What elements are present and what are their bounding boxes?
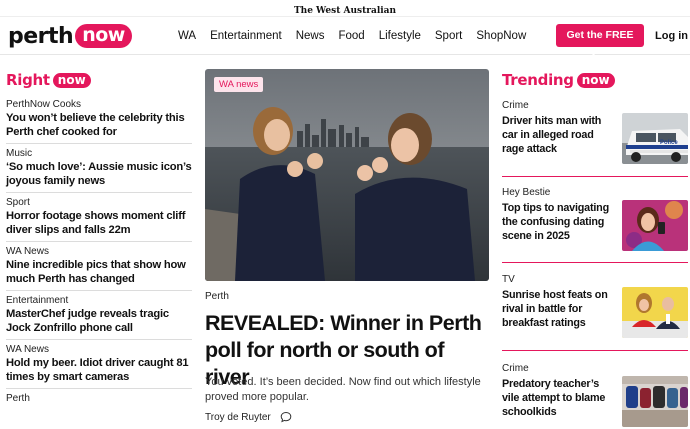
trending-item-kicker[interactable]: Crime [502, 362, 688, 375]
right-now-pill: now [52, 72, 91, 88]
nav-item-wa[interactable]: WA [178, 30, 196, 42]
list-item-headline[interactable]: MasterChef judge reveals tragic Jock Zon… [6, 307, 192, 335]
list-item-kicker[interactable]: Perth [6, 392, 192, 405]
trending-item[interactable]: Crime Predatory teacher’s vile attempt t… [502, 362, 688, 427]
trending-item-kicker[interactable]: TV [502, 273, 688, 286]
trending-now-pill: now [576, 72, 615, 88]
tv-hosts-image [622, 287, 688, 338]
dating-thumbnail[interactable] [622, 200, 688, 251]
perthnow-logo[interactable]: perth now [8, 23, 132, 49]
trending-item-headline[interactable]: Sunrise host feats on rival in battle fo… [502, 288, 610, 330]
list-item[interactable]: PerthNow Cooks You won’t believe the cel… [6, 98, 192, 144]
nav-item-shopnow[interactable]: ShopNow [476, 30, 526, 42]
list-item[interactable]: Perth [6, 392, 192, 409]
comment-icon[interactable] [280, 411, 292, 423]
author-name[interactable]: Troy de Ruyter [205, 412, 271, 423]
trending-item-headline[interactable]: Driver hits man with car in alleged road… [502, 114, 610, 156]
list-item-headline[interactable]: Hold my beer. Idiot driver caught 81 tim… [6, 356, 192, 384]
list-item-kicker[interactable]: WA News [6, 343, 192, 356]
nav-item-lifestyle[interactable]: Lifestyle [379, 30, 421, 42]
right-now-list: PerthNow Cooks You won’t believe the cel… [6, 98, 192, 412]
nav-item-sport[interactable]: Sport [435, 30, 463, 42]
list-item-headline[interactable]: ‘So much love’: Aussie music icon’s joyo… [6, 160, 192, 188]
feature-kicker[interactable]: Perth [205, 291, 229, 302]
list-item-kicker[interactable]: PerthNow Cooks [6, 98, 192, 111]
login-link[interactable]: Log in [655, 17, 688, 55]
trending-divider [502, 350, 688, 351]
list-item-kicker[interactable]: WA News [6, 245, 192, 258]
trending-item-kicker[interactable]: Hey Bestie [502, 186, 688, 199]
top-navigation-bar: perth now WA Entertainment News Food Lif… [0, 17, 690, 64]
logo-perth-text: perth [8, 23, 74, 49]
school-bags-image [622, 376, 688, 427]
trending-item-headline[interactable]: Predatory teacher’s vile attempt to blam… [502, 377, 610, 419]
feature-category-tag[interactable]: WA news [214, 77, 264, 92]
list-item[interactable]: Sport Horror footage shows moment cliff … [6, 196, 192, 242]
svg-text:Police: Police [660, 140, 678, 146]
trending-now-header[interactable]: Trending now [502, 71, 615, 89]
trending-item[interactable]: Hey Bestie Top tips to navigating the co… [502, 186, 688, 251]
list-item-headline[interactable]: You won’t believe the celebrity this Per… [6, 111, 192, 139]
masthead: The West Australian [0, 0, 690, 17]
nav-item-entertainment[interactable]: Entertainment [210, 30, 282, 42]
get-free-app-button[interactable]: Get the FREE App [556, 24, 644, 64]
trending-divider [502, 262, 688, 263]
list-item[interactable]: Music ‘So much love’: Aussie music icon’… [6, 147, 192, 193]
tv-hosts-thumbnail[interactable] [622, 287, 688, 338]
feature-summary: You voted. It’s been decided. Now find o… [205, 376, 481, 403]
list-item-headline[interactable]: Horror footage shows moment cliff diver … [6, 209, 192, 237]
list-item-kicker[interactable]: Sport [6, 196, 192, 209]
right-now-header[interactable]: Right now [6, 71, 91, 89]
nav-item-food[interactable]: Food [338, 30, 364, 42]
list-item-headline[interactable]: Nine incredible pics that show how much … [6, 258, 192, 286]
police-car-image: Police [622, 113, 688, 164]
trending-item[interactable]: TV Sunrise host feats on rival in battle… [502, 273, 688, 338]
list-item[interactable]: WA News Nine incredible pics that show h… [6, 245, 192, 291]
masthead-title[interactable]: The West Australian [294, 6, 396, 16]
main-nav: WA Entertainment News Food Lifestyle Spo… [178, 17, 540, 55]
nav-item-news[interactable]: News [296, 30, 325, 42]
trending-divider [502, 176, 688, 177]
police-car-thumbnail[interactable]: Police [622, 113, 688, 164]
list-item-kicker[interactable]: Music [6, 147, 192, 160]
right-now-title: Right [6, 71, 50, 89]
trending-item-headline[interactable]: Top tips to navigating the confusing dat… [502, 201, 610, 243]
feature-hero-image[interactable]: WA news [205, 69, 489, 281]
list-item[interactable]: Entertainment MasterChef judge reveals t… [6, 294, 192, 340]
logo-now-pill: now [75, 24, 132, 48]
feature-byline: Troy de Ruyter [205, 411, 292, 423]
trending-now-title: Trending [502, 71, 574, 89]
list-item-kicker[interactable]: Entertainment [6, 294, 192, 307]
trending-item[interactable]: Crime Driver hits man with car in allege… [502, 99, 688, 164]
trending-item-kicker[interactable]: Crime [502, 99, 688, 112]
woman-phone-image [622, 200, 688, 251]
list-item[interactable]: WA News Hold my beer. Idiot driver caugh… [6, 343, 192, 389]
school-bags-thumbnail[interactable] [622, 376, 688, 427]
two-women-boxing-photo [205, 69, 489, 281]
